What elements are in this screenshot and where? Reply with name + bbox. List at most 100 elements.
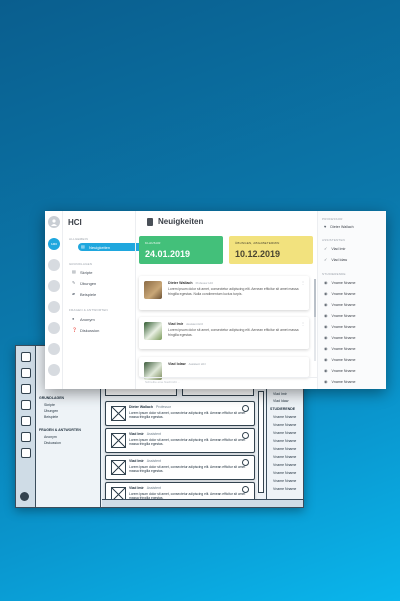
wire-roster: Vlad Imir Vlad Idaw STUDIERENDE Vname Nn… — [266, 384, 303, 507]
member-group-label: STUDIERENDE — [322, 272, 346, 276]
member-assistant[interactable]: ✓ Vlad Imir — [324, 246, 346, 251]
wire-post-role: Assistent — [146, 459, 161, 463]
sidebar-item-beispiele[interactable]: ▰ Beispiele — [72, 290, 96, 298]
wire-scrollbar — [258, 391, 264, 493]
member-student[interactable]: ◉ Vname Nname — [324, 313, 355, 318]
sidebar-item-skripte[interactable]: ▤ Skripte — [72, 268, 92, 276]
image-placeholder-icon — [111, 433, 126, 448]
wire-nav-item: Übungen — [44, 409, 59, 413]
member-name: Vname Nname — [331, 368, 356, 373]
course-dot[interactable] — [48, 322, 60, 334]
wire-rail-square — [21, 352, 31, 362]
wire-post-author: Dieter Wallach Professor — [129, 405, 171, 409]
sidebar-item-label: Diskussion — [80, 327, 100, 333]
sidebar-item-anonym[interactable]: ● Anonym — [72, 315, 95, 323]
member-name: Vname Nname — [331, 302, 356, 307]
anonymous-icon: ● — [72, 316, 75, 321]
member-student[interactable]: ◉ Vname Nname — [324, 280, 355, 285]
course-dot[interactable] — [48, 301, 60, 313]
sidebar-item-diskussion[interactable]: ❓ Diskussion — [72, 326, 99, 334]
wire-roster-item: Vlad Imir — [273, 392, 287, 396]
member-student[interactable]: ◉ Vname Nname — [324, 379, 355, 384]
avatar — [144, 281, 162, 299]
sidebar-group-label: ALLGEMEIN — [69, 237, 88, 241]
post-author: Vlad Imir Assistent HCI — [168, 322, 203, 326]
member-student[interactable]: ◉ Vname Nname — [324, 335, 355, 340]
user-icon — [51, 219, 57, 226]
folder-icon: ▰ — [72, 291, 76, 296]
post-author: Dieter Wallach Professor HCI — [168, 281, 213, 285]
wire-post-text: Lorem ipsum dolor sit amet, consectetur … — [129, 465, 246, 474]
scrollbar-thumb[interactable] — [314, 279, 316, 317]
deadline-card[interactable]: ÜBUNGEN, ABGABETERMIN 10.12.2019 — [229, 236, 313, 264]
wire-post-text: Lorem ipsum dolor sit amet, consectetur … — [129, 438, 246, 447]
member-name: Vlad Idaw — [331, 257, 348, 262]
exercise-icon: ✎ — [72, 280, 76, 285]
document-icon: ▤ — [72, 269, 76, 274]
member-assistant[interactable]: ✓ Vlad Idaw — [324, 257, 347, 262]
page-title-text: Neuigkeiten — [158, 217, 204, 226]
wire-roster-item: Vname Nname — [273, 431, 297, 435]
user-avatar[interactable] — [48, 216, 60, 228]
wire-roster-item: Vname Nname — [273, 447, 297, 451]
member-name: Vname Nname — [331, 357, 356, 362]
wire-rail-square — [21, 432, 31, 442]
member-student[interactable]: ◉ Vname Nname — [324, 291, 355, 296]
news-post[interactable]: Vlad Iolaw Assistent HCI — [139, 357, 309, 380]
wire-more-icon — [242, 459, 249, 466]
eye-icon: ◉ — [324, 302, 328, 307]
wire-post-name: Vlad Imir — [129, 459, 144, 463]
member-student[interactable]: ◉ Vname Nname — [324, 324, 355, 329]
member-professor[interactable]: ♥ Dieter Wallach — [324, 224, 354, 229]
member-student[interactable]: ◉ Vname Nname — [324, 346, 355, 351]
course-dot-hci[interactable]: HCI — [48, 238, 60, 250]
sidebar-item-label: Übungen — [80, 280, 97, 286]
member-name: Vname Nname — [331, 280, 356, 285]
member-name: Vlad Imir — [331, 246, 346, 251]
wire-rail-square — [21, 384, 31, 394]
discussion-icon: ❓ — [72, 327, 77, 332]
post-author-role: Professor HCI — [195, 281, 214, 285]
wire-nav-group: FRAGEN & ANTWORTEN — [39, 428, 81, 432]
course-dot[interactable] — [48, 343, 60, 355]
wire-nav-item: Anonym — [44, 435, 57, 439]
eye-icon: ◉ — [324, 335, 328, 340]
wire-roster-item: Vlad Idaw — [273, 399, 289, 403]
wire-roster-item: Vname Nname — [273, 471, 297, 475]
check-icon: ✓ — [324, 257, 328, 262]
wire-post-role: Assistent — [146, 432, 161, 436]
wire-roster-item: Vname Nname — [273, 487, 297, 491]
wire-post-text: Lorem ipsum dolor sit amet, consectetur … — [129, 411, 246, 420]
feed-scrollbar[interactable] — [314, 279, 316, 361]
member-student[interactable]: ◉ Vname Nname — [324, 357, 355, 362]
course-dot[interactable] — [48, 280, 60, 292]
sidebar-item-label: Neuigkeiten — [89, 244, 111, 250]
course-dot[interactable] — [48, 364, 60, 376]
exam-card[interactable]: KLAUSUR 24.01.2019 — [139, 236, 223, 264]
sidebar-item-uebungen[interactable]: ✎ Übungen — [72, 279, 96, 287]
post-text: Lorem ipsum dolor sit amet, consectetur … — [168, 287, 299, 296]
more-icon[interactable]: ⋮ — [301, 280, 305, 285]
course-dot[interactable] — [48, 259, 60, 271]
member-name: Dieter Wallach — [330, 224, 354, 229]
wire-add-button — [20, 492, 29, 501]
eye-icon: ◉ — [324, 379, 328, 384]
member-student[interactable]: ◉ Vname Nname — [324, 302, 355, 307]
wire-post-role: Professor — [156, 405, 171, 409]
news-post[interactable]: Vlad Imir Assistent HCI Lorem ipsum dolor… — [139, 317, 309, 349]
card-date: 10.12.2019 — [235, 249, 281, 259]
image-placeholder-icon — [111, 460, 126, 475]
member-student[interactable]: ◉ Vname Nname — [324, 368, 355, 373]
eye-icon: ◉ — [324, 368, 328, 373]
member-name: Vname Nname — [331, 313, 356, 318]
more-icon[interactable]: ⋮ — [301, 321, 305, 326]
eye-icon: ◉ — [324, 280, 328, 285]
sidebar-group-label: FRAGEN & ANTWORTEN — [69, 308, 108, 312]
post-author-name: Vlad Iolaw — [168, 362, 186, 366]
eye-icon: ◉ — [324, 357, 328, 362]
page-title: Neuigkeiten — [147, 217, 203, 226]
post-author-name: Dieter Wallach — [168, 281, 193, 285]
message-input[interactable]: Schreibe eine Nachricht ... — [139, 377, 319, 386]
news-post[interactable]: Dieter Wallach Professor HCI Lorem ipsum … — [139, 276, 309, 310]
member-name: Vname Nname — [331, 379, 356, 384]
